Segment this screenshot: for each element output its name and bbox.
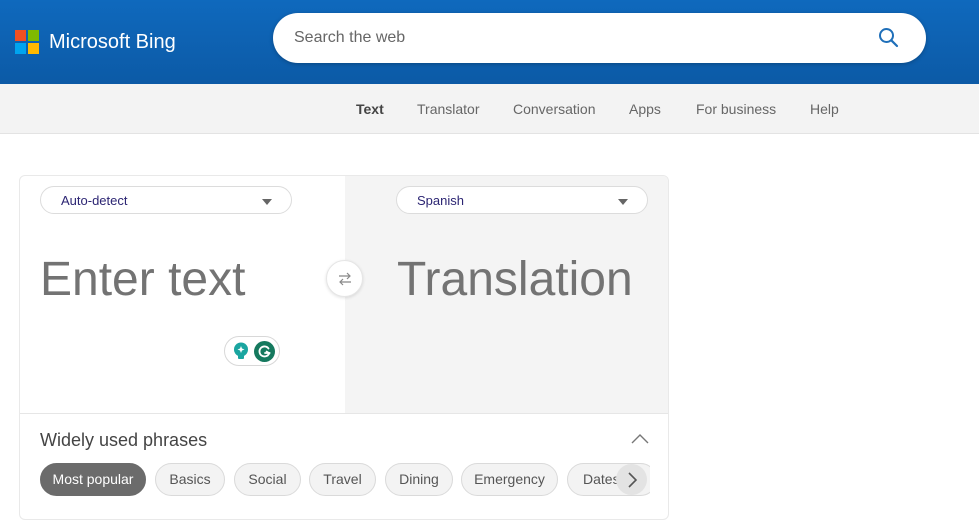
phrases-title: Widely used phrases	[40, 430, 208, 450]
swap-languages-button[interactable]	[326, 260, 363, 297]
grammarly-icon[interactable]	[254, 341, 275, 362]
search-box	[273, 13, 926, 63]
extension-buttons	[224, 336, 280, 366]
search-icon[interactable]	[877, 26, 901, 50]
chevron-up-icon[interactable]	[630, 432, 650, 446]
target-language-select[interactable]: Spanish	[396, 186, 648, 214]
translation-output: Translation	[397, 253, 633, 306]
chevron-down-icon	[618, 199, 628, 205]
chip-basics[interactable]: Basics	[155, 463, 225, 496]
section-divider	[20, 413, 668, 414]
logo-yellow-square	[28, 43, 39, 54]
nav-tab-translator[interactable]: Translator	[417, 101, 480, 117]
top-header: Microsoft Bing	[0, 0, 979, 84]
source-text-input[interactable]: Enter text	[40, 252, 245, 308]
search-input[interactable]	[294, 13, 854, 63]
phrase-categories: Most popular Basics Social Travel Dining…	[40, 463, 650, 497]
chips-next-button[interactable]	[616, 464, 647, 495]
chevron-right-icon	[628, 472, 638, 488]
target-language-label: Spanish	[417, 193, 464, 208]
microsoft-logo-icon[interactable]	[15, 30, 39, 54]
nav-tab-help[interactable]: Help	[810, 101, 839, 117]
lightbulb-icon[interactable]	[232, 342, 250, 361]
translator-nav: Text Translator Conversation Apps For bu…	[0, 84, 979, 134]
chip-social[interactable]: Social	[234, 463, 301, 496]
nav-tab-conversation[interactable]: Conversation	[513, 101, 596, 117]
source-language-select[interactable]: Auto-detect	[40, 186, 292, 214]
translator-card: Auto-detect Spanish Enter text Translati…	[19, 175, 669, 520]
logo-green-square	[28, 30, 39, 41]
chip-travel[interactable]: Travel	[309, 463, 376, 496]
source-language-label: Auto-detect	[61, 193, 128, 208]
swap-arrows-icon	[339, 272, 351, 286]
chip-emergency[interactable]: Emergency	[461, 463, 558, 496]
chip-dining[interactable]: Dining	[385, 463, 453, 496]
chevron-down-icon	[262, 199, 272, 205]
nav-tab-text[interactable]: Text	[356, 101, 384, 117]
brand-name[interactable]: Microsoft Bing	[49, 30, 176, 54]
logo-red-square	[15, 30, 26, 41]
chip-most-popular[interactable]: Most popular	[40, 463, 146, 496]
logo-blue-square	[15, 43, 26, 54]
nav-tab-for-business[interactable]: For business	[696, 101, 776, 117]
nav-tab-apps[interactable]: Apps	[629, 101, 661, 117]
